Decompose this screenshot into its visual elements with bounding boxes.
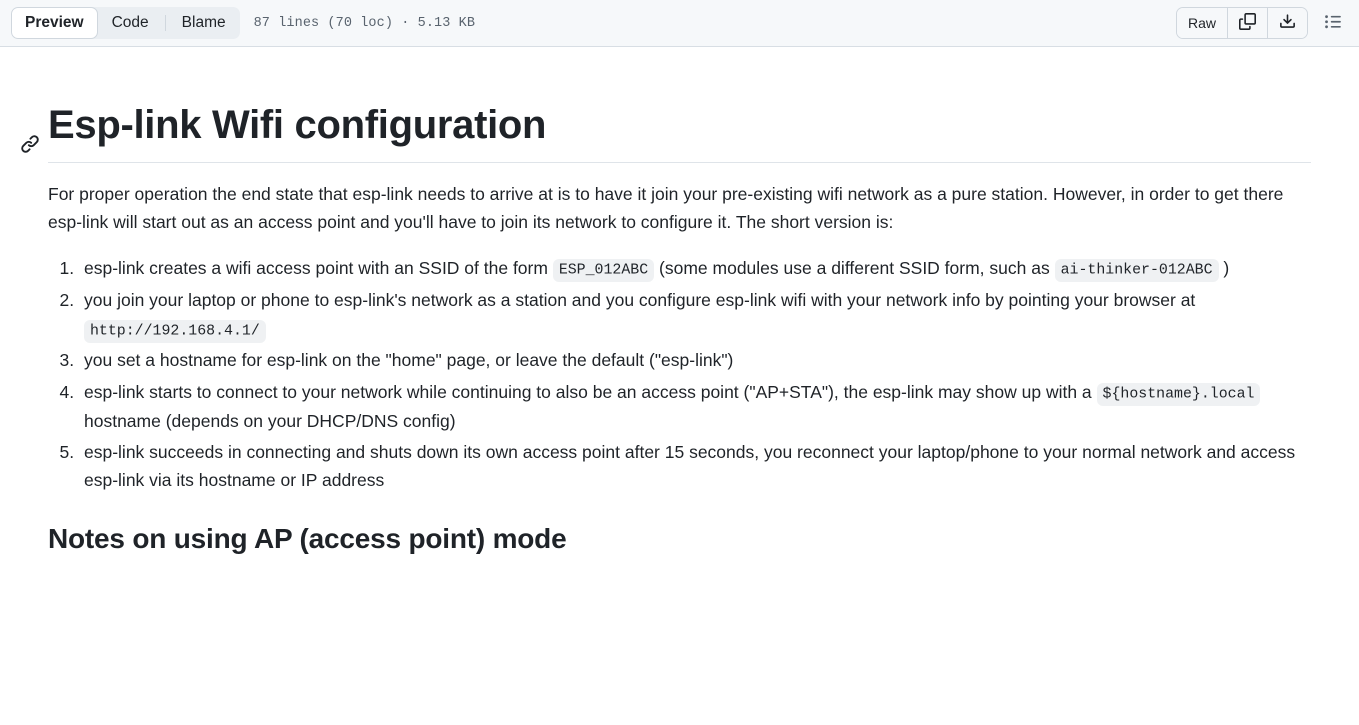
page-title: Esp-link Wifi configuration xyxy=(21,100,1311,163)
section-heading: Notes on using AP (access point) mode xyxy=(48,522,567,554)
download-icon xyxy=(1279,13,1296,33)
tab-blame[interactable]: Blame xyxy=(168,7,240,39)
download-button[interactable] xyxy=(1268,8,1307,38)
list-item: esp-link starts to connect to your netwo… xyxy=(79,378,1311,435)
steps-list: esp-link creates a wifi access point wit… xyxy=(48,254,1311,495)
file-action-button-group: Raw xyxy=(1175,7,1308,39)
inline-code: http://192.168.4.1/ xyxy=(84,319,266,343)
list-item: you join your laptop or phone to esp-lin… xyxy=(79,286,1311,343)
tab-preview[interactable]: Preview xyxy=(11,7,98,39)
copy-icon xyxy=(1239,13,1256,33)
list-item: esp-link creates a wifi access point wit… xyxy=(79,254,1311,283)
list-item: esp-link succeeds in connecting and shut… xyxy=(79,438,1311,495)
inline-code: ${hostname}.local xyxy=(1096,383,1261,407)
page-title-text: Esp-link Wifi configuration xyxy=(48,103,547,147)
view-mode-tabs: Preview Code Blame xyxy=(11,7,240,39)
tab-code[interactable]: Code xyxy=(98,7,163,39)
file-meta-text: 87 lines (70 loc) · 5.13 KB xyxy=(253,15,476,31)
inline-code: ai-thinker-012ABC xyxy=(1054,259,1219,283)
file-toolbar: Preview Code Blame 87 lines (70 loc) · 5… xyxy=(0,0,1359,47)
toolbar-actions: Raw xyxy=(1175,7,1347,39)
markdown-article: Esp-link Wifi configuration For proper o… xyxy=(16,100,1343,556)
intro-paragraph: For proper operation the end state that … xyxy=(48,184,1284,233)
anchor-link-icon[interactable] xyxy=(20,116,40,153)
inline-code: ESP_012ABC xyxy=(552,259,655,283)
outline-list-icon xyxy=(1324,13,1342,34)
tab-divider xyxy=(164,15,166,31)
markdown-preview-body: Esp-link Wifi configuration For proper o… xyxy=(0,100,1359,556)
list-item: you set a hostname for esp-link on the "… xyxy=(79,346,1311,374)
raw-button[interactable]: Raw xyxy=(1176,8,1228,38)
outline-list-button[interactable] xyxy=(1319,7,1347,39)
copy-button[interactable] xyxy=(1228,8,1268,38)
